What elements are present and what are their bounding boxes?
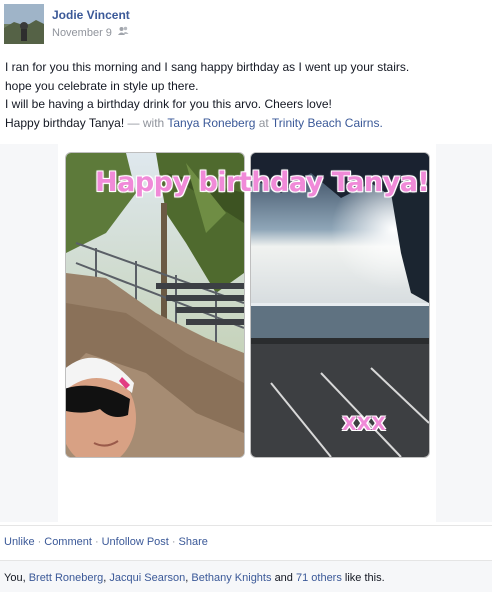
liker-link[interactable]: Bethany Knights: [191, 572, 271, 584]
post-actions: Unlike · Comment · Unfollow Post · Share: [4, 536, 208, 548]
share-link[interactable]: Share: [179, 536, 208, 548]
likes-you: You,: [4, 572, 26, 584]
likes-suffix: like this.: [344, 572, 385, 584]
post-message: I ran for you this morning and I sang ha…: [5, 58, 485, 132]
action-separator: ·: [171, 536, 176, 548]
comment-link[interactable]: Comment: [44, 536, 92, 548]
message-line: hope you celebrate in style up there.: [5, 78, 199, 93]
liker-link[interactable]: Jacqui Searson: [109, 572, 185, 584]
location-link[interactable]: Trinity Beach Cairns.: [272, 116, 383, 130]
likes-others-link[interactable]: 71 others: [296, 572, 342, 584]
message-last-line: Happy birthday Tanya! — with Tanya Roneb…: [5, 114, 485, 133]
tagged-friend-link[interactable]: Tanya Roneberg: [167, 116, 255, 130]
author-avatar[interactable]: [4, 4, 44, 44]
message-line: I ran for you this morning and I sang ha…: [5, 60, 410, 74]
at-text: at: [258, 115, 269, 130]
author-name[interactable]: Jodie Vincent: [52, 8, 130, 22]
likes-divider: [0, 560, 492, 561]
message-text: Happy birthday Tanya!: [5, 115, 125, 130]
liker-link[interactable]: Brett Roneberg: [29, 572, 104, 584]
unfollow-post-link[interactable]: Unfollow Post: [102, 536, 169, 548]
with-separator: — with: [127, 115, 165, 130]
friends-icon[interactable]: [117, 26, 129, 39]
post-date[interactable]: November 9: [52, 27, 112, 39]
photo-signoff-text: XXX: [342, 413, 386, 435]
message-line: I will be having a birthday drink for yo…: [5, 97, 332, 111]
unlike-link[interactable]: Unlike: [4, 536, 35, 548]
likes-and: and: [274, 572, 293, 584]
action-separator: ·: [37, 536, 42, 548]
actions-divider: [0, 525, 492, 526]
action-separator: ·: [94, 536, 99, 548]
photo-banner-text: Happy birthday Tanya!: [95, 167, 430, 198]
likes-summary: You, Brett Roneberg, Jacqui Searson, Bet…: [4, 572, 385, 584]
